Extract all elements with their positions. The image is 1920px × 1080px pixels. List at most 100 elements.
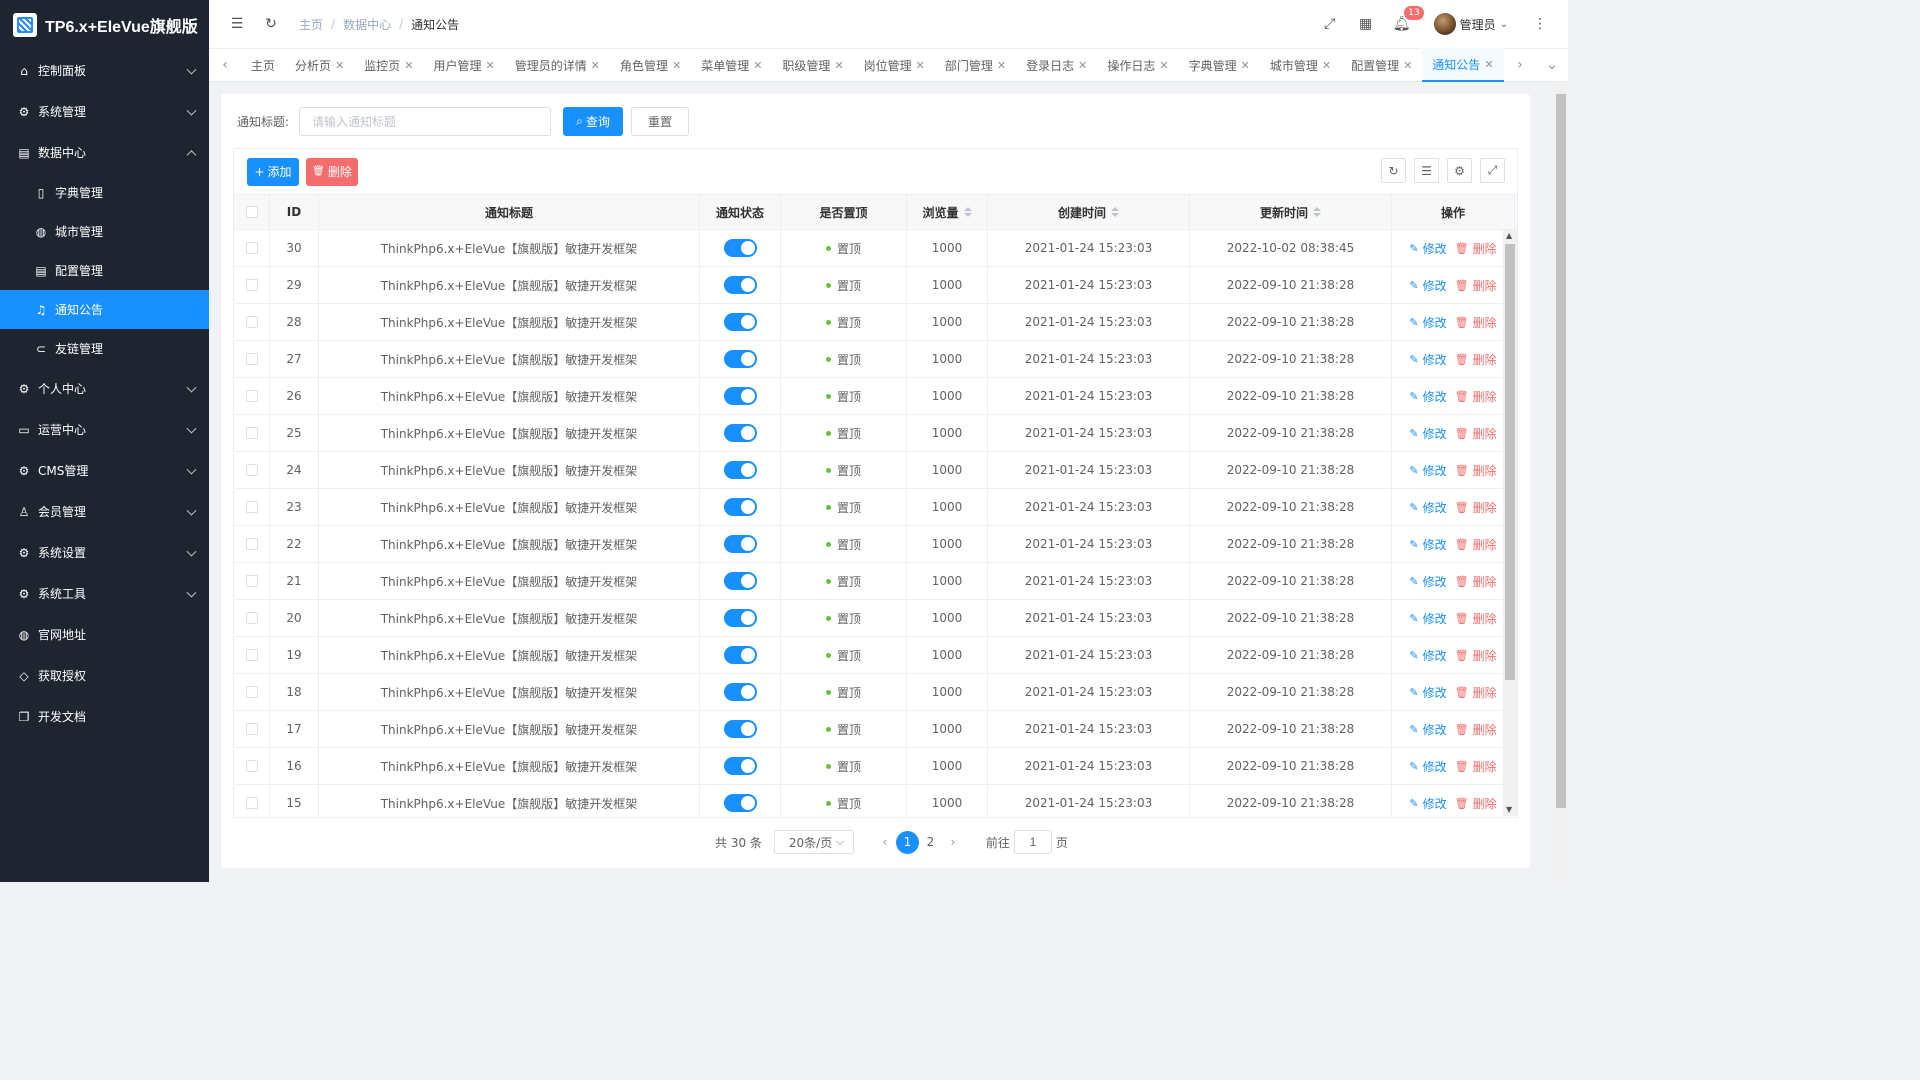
edit-button[interactable]: ✎ 修改 — [1409, 351, 1446, 368]
delete-button[interactable]: 🗑︎ 删除 — [1455, 425, 1497, 442]
status-switch[interactable] — [723, 387, 757, 405]
close-icon[interactable]: ✕ — [1403, 59, 1412, 72]
edit-button[interactable]: ✎ 修改 — [1409, 610, 1446, 627]
tab-1[interactable]: 分析页 ✕ — [285, 48, 354, 82]
sidebar-item-8[interactable]: ⚙︎ 个人中心 — [0, 368, 209, 409]
tab-13[interactable]: 城市管理 ✕ — [1260, 48, 1341, 82]
logo[interactable]: TP6.x+EleVue旗舰版 — [0, 0, 209, 50]
close-icon[interactable]: ✕ — [1484, 58, 1493, 71]
status-switch[interactable] — [723, 424, 757, 442]
close-icon[interactable]: ✕ — [486, 59, 495, 72]
edit-button[interactable]: ✎ 修改 — [1409, 647, 1446, 664]
status-switch[interactable] — [723, 572, 757, 590]
sidebar-item-5[interactable]: ▤ 配置管理 — [0, 251, 209, 290]
query-button[interactable]: ⌕ 查询 — [563, 107, 624, 136]
next-page-icon[interactable]: › — [942, 835, 964, 849]
col-updated[interactable]: 更新时间 — [1190, 195, 1392, 229]
status-switch[interactable] — [723, 350, 757, 368]
tab-5[interactable]: 角色管理 ✕ — [610, 48, 691, 82]
close-icon[interactable]: ✕ — [1322, 59, 1331, 72]
col-views[interactable]: 浏览量 — [907, 195, 988, 229]
status-switch[interactable] — [723, 313, 757, 331]
column-settings-icon[interactable]: ⚙︎ — [1447, 158, 1472, 183]
status-switch[interactable] — [723, 683, 757, 701]
sidebar-item-7[interactable]: ⊂ 友链管理 — [0, 329, 209, 368]
edit-button[interactable]: ✎ 修改 — [1409, 684, 1446, 701]
sidebar-item-0[interactable]: ⌂ 控制面板 — [0, 50, 209, 91]
sidebar-item-14[interactable]: ◍ 官网地址 — [0, 614, 209, 655]
edit-button[interactable]: ✎ 修改 — [1409, 536, 1446, 553]
sort-icon[interactable] — [1313, 207, 1321, 217]
edit-button[interactable]: ✎ 修改 — [1409, 314, 1446, 331]
edit-button[interactable]: ✎ 修改 — [1409, 462, 1446, 479]
edit-button[interactable]: ✎ 修改 — [1409, 277, 1446, 294]
close-icon[interactable]: ✕ — [997, 59, 1006, 72]
delete-button[interactable]: 🗑︎ 删除 — [1455, 536, 1497, 553]
breadcrumb-home[interactable]: 主页 — [299, 16, 323, 33]
tab-4[interactable]: 管理员的详情 ✕ — [505, 48, 610, 82]
status-switch[interactable] — [723, 276, 757, 294]
title-search-input[interactable] — [299, 107, 552, 136]
row-checkbox[interactable] — [245, 649, 258, 661]
tab-12[interactable]: 字典管理 ✕ — [1179, 48, 1260, 82]
edit-button[interactable]: ✎ 修改 — [1409, 425, 1446, 442]
tab-scroll-left-icon[interactable]: ‹ — [209, 57, 241, 73]
row-checkbox[interactable] — [245, 242, 258, 254]
status-switch[interactable] — [723, 461, 757, 479]
scroll-up-icon[interactable]: ▲ — [1506, 232, 1514, 240]
reset-button[interactable]: 重置 — [631, 107, 690, 136]
close-icon[interactable]: ✕ — [916, 59, 925, 72]
sidebar-item-4[interactable]: ◍ 城市管理 — [0, 212, 209, 251]
sort-icon[interactable] — [963, 207, 972, 217]
density-icon[interactable]: ☰ — [1414, 158, 1439, 183]
row-checkbox[interactable] — [245, 279, 258, 291]
sidebar-item-1[interactable]: ⚙︎ 系统管理 — [0, 91, 209, 132]
add-button[interactable]: + 添加 — [247, 157, 299, 186]
delete-button[interactable]: 🗑︎ 删除 — [1455, 721, 1497, 738]
sidebar-item-15[interactable]: ◇ 获取授权 — [0, 655, 209, 696]
delete-button[interactable]: 🗑︎ 删除 — [1455, 314, 1497, 331]
close-icon[interactable]: ✕ — [1241, 59, 1250, 72]
sidebar-item-3[interactable]: ▯ 字典管理 — [0, 173, 209, 212]
close-icon[interactable]: ✕ — [1159, 59, 1168, 72]
delete-button[interactable]: 🗑︎ 删除 — [1455, 573, 1497, 590]
row-checkbox[interactable] — [245, 501, 258, 513]
delete-button[interactable]: 🗑︎ 删除 — [1455, 240, 1497, 257]
status-switch[interactable] — [723, 720, 757, 738]
row-checkbox[interactable] — [245, 316, 258, 328]
collapse-menu-icon[interactable]: ☰ — [227, 14, 247, 34]
status-switch[interactable] — [723, 609, 757, 627]
refresh-icon[interactable]: ↻ — [261, 14, 281, 34]
delete-button[interactable]: 🗑︎ 删除 — [1455, 499, 1497, 516]
sidebar-item-2[interactable]: ▤ 数据中心 — [0, 132, 209, 173]
tab-dropdown-icon[interactable]: ⌄ — [1536, 57, 1568, 73]
tab-14[interactable]: 配置管理 ✕ — [1341, 48, 1422, 82]
tab-6[interactable]: 菜单管理 ✕ — [691, 48, 772, 82]
status-switch[interactable] — [723, 239, 757, 257]
edit-button[interactable]: ✎ 修改 — [1409, 795, 1446, 812]
row-checkbox[interactable] — [245, 390, 258, 402]
row-checkbox[interactable] — [245, 464, 258, 476]
sort-icon[interactable] — [1111, 207, 1119, 217]
status-switch[interactable] — [723, 646, 757, 664]
tab-3[interactable]: 用户管理 ✕ — [423, 48, 504, 82]
scroll-down-icon[interactable]: ▼ — [1506, 806, 1514, 814]
edit-button[interactable]: ✎ 修改 — [1409, 758, 1446, 775]
close-icon[interactable]: ✕ — [335, 59, 344, 72]
tab-11[interactable]: 操作日志 ✕ — [1097, 48, 1178, 82]
page-scrollbar-thumb[interactable] — [1556, 94, 1566, 808]
sidebar-item-16[interactable]: ❐ 开发文档 — [0, 696, 209, 737]
tab-7[interactable]: 职级管理 ✕ — [772, 48, 853, 82]
close-icon[interactable]: ✕ — [753, 59, 762, 72]
close-icon[interactable]: ✕ — [1078, 59, 1087, 72]
close-icon[interactable]: ✕ — [672, 59, 681, 72]
row-checkbox[interactable] — [245, 612, 258, 624]
row-checkbox[interactable] — [245, 686, 258, 698]
user-menu[interactable]: 管理员 ⌄ — [1433, 13, 1508, 35]
tab-0[interactable]: 主页 — [241, 48, 285, 82]
status-switch[interactable] — [723, 498, 757, 516]
edit-button[interactable]: ✎ 修改 — [1409, 721, 1446, 738]
language-icon[interactable]: ▦ — [1356, 14, 1376, 34]
table-scrollbar[interactable]: ▲ ▼ — [1503, 230, 1517, 816]
close-icon[interactable]: ✕ — [591, 59, 600, 72]
